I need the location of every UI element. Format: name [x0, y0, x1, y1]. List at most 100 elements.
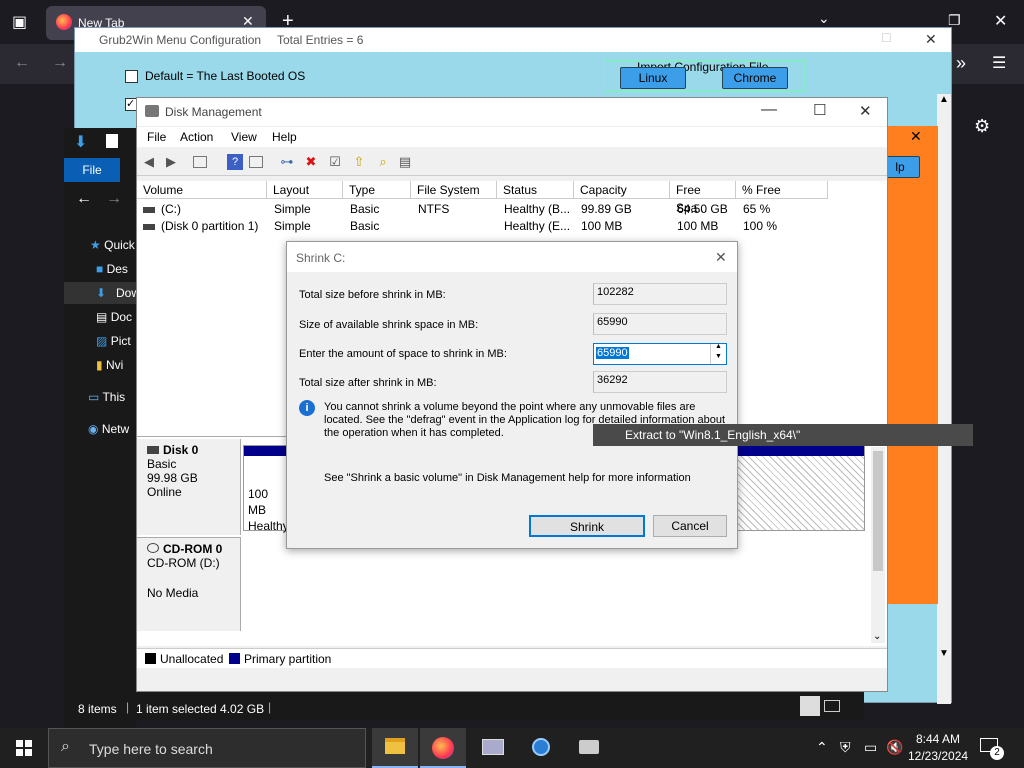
back-icon[interactable]: ←	[14, 54, 30, 72]
import-chrome-button[interactable]: Chrome	[722, 67, 788, 89]
col-layout[interactable]: Layout	[267, 181, 343, 199]
shrink-button[interactable]: Shrink	[529, 515, 645, 537]
spin-down-icon[interactable]: ▼	[715, 353, 722, 360]
chevron-down-icon[interactable]: ⌄	[818, 10, 830, 27]
table-row[interactable]: (C:) Simple Basic NTFS Healthy (B... 99.…	[137, 201, 887, 218]
spin-up-icon[interactable]: ▲	[715, 343, 722, 350]
shrink-close-icon[interactable]: ✕	[715, 249, 727, 266]
details-view-icon[interactable]	[800, 696, 820, 716]
properties-icon[interactable]	[106, 134, 118, 148]
thumbnail-view-icon[interactable]	[824, 700, 840, 712]
taskbar-date[interactable]: 12/23/2024	[908, 749, 968, 763]
col-type[interactable]: Type	[343, 181, 411, 199]
info-icon: i	[299, 400, 315, 416]
nav-pictures[interactable]: ▨ Pict	[96, 334, 131, 348]
grub-scrollbar[interactable]: ▲ ▼	[937, 94, 951, 704]
taskbar-app-5[interactable]	[566, 728, 612, 768]
legend-primary-swatch	[229, 653, 240, 664]
toolbar-help-icon[interactable]: ?	[227, 154, 243, 170]
more-tools-icon[interactable]: »	[956, 53, 966, 74]
dm-maximize-icon[interactable]: ☐	[813, 101, 826, 119]
search-placeholder: Type here to search	[89, 741, 213, 757]
nav-desktop[interactable]: ■ Des	[96, 262, 128, 276]
shrink-title: Shrink C:	[296, 251, 346, 265]
shrink-amount-spinner[interactable]: ▲ ▼	[710, 343, 726, 364]
explorer-forward-icon[interactable]: →	[106, 190, 122, 208]
nav-network[interactable]: ◉ Netw	[88, 422, 129, 436]
graph-scroll-down-icon[interactable]: ⌄	[873, 631, 881, 642]
taskbar: ⌕ Type here to search ⌃ ⛨ ▭ 🔇 8:44 AM 12…	[0, 728, 1024, 768]
firefox-taskbar-icon	[432, 737, 454, 759]
scroll-up-icon[interactable]: ▲	[939, 94, 949, 105]
toolbar-check-icon[interactable]: ☑	[327, 154, 343, 170]
value-available-space: 65990	[593, 313, 727, 335]
explorer-back-icon[interactable]: ←	[76, 190, 92, 208]
grub-title-bar: Grub2Win Menu Configuration Total Entrie…	[75, 28, 951, 52]
security-tray-icon[interactable]: ⛨	[840, 739, 851, 756]
dm-minimize-icon[interactable]: —	[761, 101, 777, 119]
taskbar-app-3[interactable]	[470, 728, 516, 768]
toolbar-forward-icon[interactable]: ▶	[163, 154, 179, 170]
default-os-checkbox[interactable]	[125, 70, 138, 83]
show-hidden-icons-icon[interactable]: ⌃	[816, 739, 828, 756]
cdrom-header[interactable]: CD-ROM 0 CD-ROM (D:) No Media	[137, 537, 241, 631]
disk0-header[interactable]: Disk 0 Basic 99.98 GB Online	[137, 439, 241, 535]
start-button[interactable]	[0, 728, 48, 768]
toolbar-back-icon[interactable]: ◀	[141, 154, 157, 170]
settings-gear-icon[interactable]: ⚙	[974, 116, 990, 137]
notification-center[interactable]: 2	[980, 736, 1004, 760]
close-window-icon[interactable]: ✕	[994, 11, 1007, 31]
toolbar-list-icon[interactable]: ▤	[397, 154, 413, 170]
toolbar-up-folder-icon[interactable]: ⇧	[351, 154, 367, 170]
menu-icon[interactable]: ☰	[992, 53, 1006, 73]
col-percent-free[interactable]: % Free	[736, 181, 828, 199]
menu-action[interactable]: Action	[180, 130, 213, 144]
nav-downloads[interactable]: ⬇ Dow	[64, 282, 140, 304]
taskbar-file-explorer[interactable]	[372, 728, 418, 768]
menu-file[interactable]: File	[147, 130, 166, 144]
volume-muted-icon[interactable]: 🔇	[886, 739, 903, 756]
panel-close-icon[interactable]: ✕	[910, 128, 922, 145]
menu-view[interactable]: View	[231, 130, 257, 144]
shrink-help-text[interactable]: See "Shrink a basic volume" in Disk Mana…	[324, 472, 691, 484]
graph-scroll-thumb[interactable]	[873, 451, 883, 571]
taskbar-app-4[interactable]	[518, 728, 564, 768]
col-volume[interactable]: Volume	[137, 181, 267, 199]
import-linux-button[interactable]: Linux	[620, 67, 686, 89]
forward-icon[interactable]: →	[52, 54, 68, 72]
grub-close-icon[interactable]: ✕	[925, 31, 937, 48]
explorer-file-tab[interactable]: File	[64, 158, 120, 182]
nav-nvidia[interactable]: ▮ Nvi	[96, 358, 123, 372]
taskbar-firefox[interactable]	[420, 728, 466, 768]
toolbar-properties-icon[interactable]	[249, 156, 263, 168]
shrink-amount-input[interactable]: 65990 ▲ ▼	[593, 343, 727, 365]
col-status[interactable]: Status	[497, 181, 574, 199]
toolbar-delete-icon[interactable]: ✖	[303, 154, 319, 170]
scroll-down-icon[interactable]: ▼	[939, 648, 949, 659]
nav-this-pc[interactable]: ▭ This	[88, 390, 125, 404]
disk0-state: Online	[147, 485, 182, 499]
cell-status: Healthy (B...	[504, 202, 571, 216]
toolbar-connect-icon[interactable]: ⊶	[279, 154, 295, 170]
table-row[interactable]: (Disk 0 partition 1) Simple Basic Health…	[137, 218, 887, 235]
nav-documents[interactable]: ▤ Doc	[96, 310, 132, 324]
grub-maximize-icon[interactable]: ☐	[881, 31, 892, 45]
toolbar-search-folder-icon[interactable]: ⌕	[375, 154, 391, 170]
graph-scrollbar[interactable]: ⌄	[871, 447, 885, 643]
partition-small[interactable]: 100 MB Healthy	[243, 445, 289, 533]
dm-close-icon[interactable]: ✕	[859, 102, 872, 120]
col-free-space[interactable]: Free Spa...	[670, 181, 736, 215]
partition-c-hatched[interactable]	[737, 445, 865, 531]
col-file-system[interactable]: File System	[411, 181, 497, 199]
network-tray-icon[interactable]: ▭	[864, 739, 877, 756]
taskbar-time[interactable]: 8:44 AM	[916, 732, 960, 746]
col-capacity[interactable]: Capacity	[574, 181, 670, 199]
tab-list-icon[interactable]: ▣	[12, 12, 27, 32]
cdrom-name: CD-ROM 0	[163, 542, 223, 556]
toolbar-console-tree-icon[interactable]	[193, 156, 207, 168]
taskbar-search-box[interactable]: ⌕ Type here to search	[48, 728, 366, 768]
computer-icon: ▭	[88, 390, 100, 404]
menu-help[interactable]: Help	[272, 130, 297, 144]
cancel-button[interactable]: Cancel	[653, 515, 727, 537]
nav-quick-access[interactable]: ★ Quick	[90, 238, 135, 252]
